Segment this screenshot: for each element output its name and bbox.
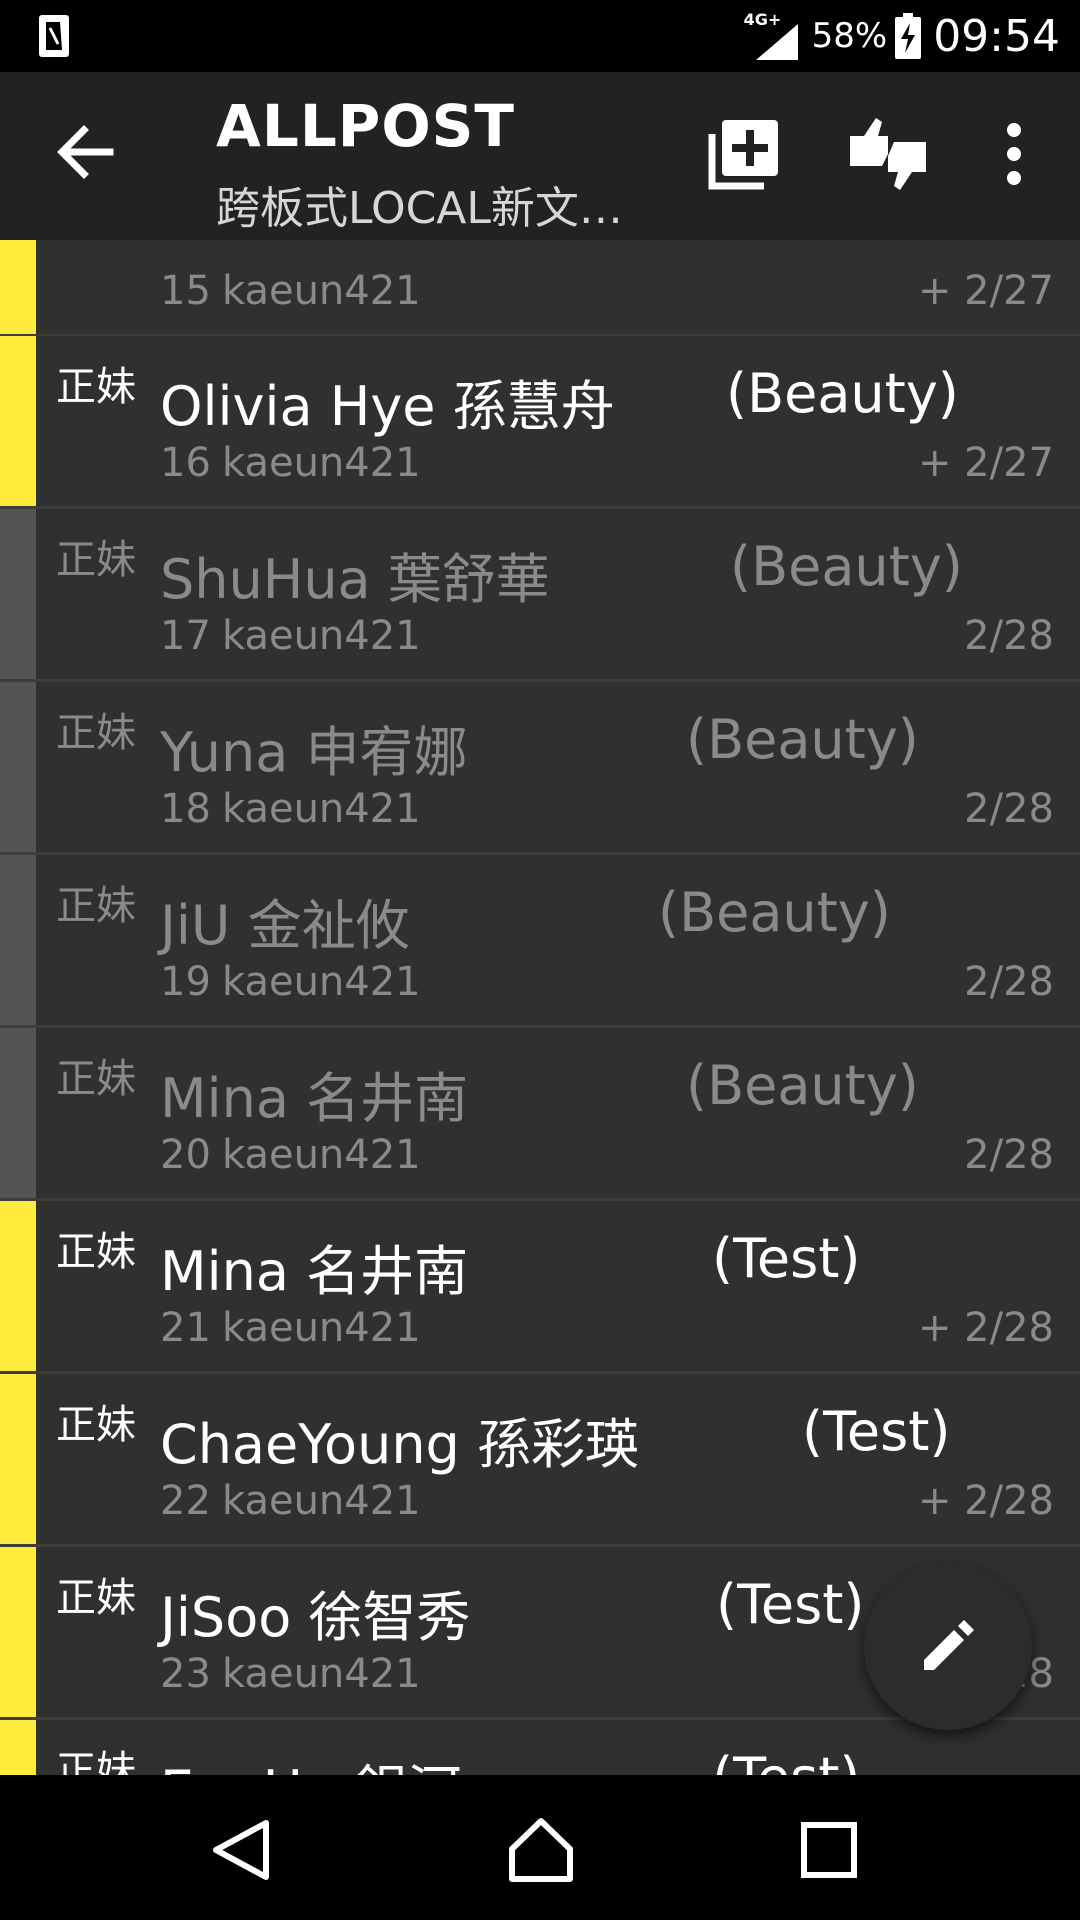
list-item[interactable]: 15 kaeun421 + 2/27 xyxy=(0,240,1080,337)
post-number: 17 xyxy=(160,613,211,659)
post-date: + 2/27 xyxy=(917,440,1054,486)
post-tag: 正妹 xyxy=(56,1056,136,1102)
read-indicator xyxy=(0,682,36,852)
post-title: Yuna 申宥娜 xyxy=(160,721,468,784)
pencil-icon xyxy=(924,1620,974,1670)
post-category: (Beauty) xyxy=(686,708,919,771)
post-list[interactable]: 15 kaeun421 + 2/27 正妹 Olivia Hye 孫慧舟 (Be… xyxy=(0,240,1080,1775)
navigation-bar xyxy=(0,1775,1080,1920)
post-date: + 2/28 xyxy=(917,1305,1054,1351)
post-number: 20 xyxy=(160,1132,211,1178)
post-tag: 正妹 xyxy=(56,710,136,756)
post-author: kaeun421 xyxy=(222,959,421,1005)
unread-indicator xyxy=(0,240,36,334)
post-tag: 正妹 xyxy=(56,883,136,929)
post-author: kaeun421 xyxy=(222,440,421,486)
list-item[interactable]: 正妹 Olivia Hye 孫慧舟 (Beauty) 16 kaeun421 +… xyxy=(0,336,1080,509)
list-item[interactable]: 正妹 EunHa 銀河 (Test) xyxy=(0,1720,1080,1775)
post-category: (Beauty) xyxy=(730,535,963,598)
post-date: 2/28 xyxy=(964,613,1054,659)
status-bar: 4G+ 58% 09:54 xyxy=(0,0,1080,72)
unread-indicator xyxy=(0,336,36,506)
toolbar-title: ALLPOST xyxy=(216,92,515,160)
post-date: + 2/28 xyxy=(917,1478,1054,1524)
post-tag: 正妹 xyxy=(56,1402,136,1448)
unread-indicator xyxy=(0,1547,36,1717)
unread-indicator xyxy=(0,1720,36,1775)
post-category: (Test) xyxy=(716,1573,865,1636)
post-tag: 正妹 xyxy=(56,537,136,583)
post-number: 23 xyxy=(160,1651,211,1697)
post-tag: 正妹 xyxy=(56,1575,136,1621)
post-date: 2/28 xyxy=(964,786,1054,832)
post-author: kaeun421 xyxy=(222,1478,421,1524)
post-tag: 正妹 xyxy=(56,1229,136,1275)
post-tag: 正妹 xyxy=(56,1748,136,1775)
unread-indicator xyxy=(0,1374,36,1544)
sim-card-icon xyxy=(38,14,70,58)
post-number: 16 xyxy=(160,440,211,486)
thumbs-up-down-icon[interactable] xyxy=(848,114,928,194)
post-tag: 正妹 xyxy=(56,364,136,410)
post-number: 15 xyxy=(160,268,211,314)
post-category: (Beauty) xyxy=(658,881,891,944)
post-category: (Test) xyxy=(712,1227,861,1290)
clock: 09:54 xyxy=(933,10,1060,62)
list-item[interactable]: 正妹 ChaeYoung 孫彩瑛 (Test) 22 kaeun421 + 2/… xyxy=(0,1374,1080,1547)
post-title: Mina 名井南 xyxy=(160,1240,469,1303)
list-item[interactable]: 正妹 ShuHua 葉舒華 (Beauty) 17 kaeun421 2/28 xyxy=(0,509,1080,682)
post-author: kaeun421 xyxy=(222,1305,421,1351)
post-author: kaeun421 xyxy=(222,613,421,659)
post-title: ShuHua 葉舒華 xyxy=(160,548,550,611)
unread-indicator xyxy=(0,1201,36,1371)
list-item[interactable]: 正妹 Mina 名井南 (Beauty) 20 kaeun421 2/28 xyxy=(0,1028,1080,1201)
post-author: kaeun421 xyxy=(222,786,421,832)
read-indicator xyxy=(0,855,36,1025)
post-author: kaeun421 xyxy=(222,1651,421,1697)
post-title: Olivia Hye 孫慧舟 xyxy=(160,375,615,438)
add-to-queue-icon[interactable] xyxy=(704,114,784,194)
post-category: (Beauty) xyxy=(726,362,959,425)
post-title: EunHa 銀河 xyxy=(160,1746,461,1775)
app-toolbar: ALLPOST 跨板式LOCAL新文… xyxy=(0,72,1080,240)
post-date: + 2/27 xyxy=(917,268,1054,314)
list-item[interactable]: 正妹 Mina 名井南 (Test) 21 kaeun421 + 2/28 xyxy=(0,1201,1080,1374)
post-number: 21 xyxy=(160,1305,211,1351)
post-title: JiU 金祉攸 xyxy=(160,894,410,957)
list-item[interactable]: 正妹 JiU 金祉攸 (Beauty) 19 kaeun421 2/28 xyxy=(0,855,1080,1028)
post-title: Mina 名井南 xyxy=(160,1067,469,1130)
battery-percent: 58% xyxy=(811,16,888,56)
home-icon[interactable] xyxy=(506,1815,576,1885)
more-vert-icon[interactable] xyxy=(994,114,1034,194)
list-item[interactable]: 正妹 Yuna 申宥娜 (Beauty) 18 kaeun421 2/28 xyxy=(0,682,1080,855)
back-triangle-icon[interactable] xyxy=(206,1815,276,1885)
signal-icon: 4G+ xyxy=(744,10,800,62)
post-author: kaeun421 xyxy=(222,268,421,314)
post-category: (Test) xyxy=(712,1746,860,1775)
battery-charging-icon xyxy=(895,13,922,59)
read-indicator xyxy=(0,1028,36,1198)
recents-icon[interactable] xyxy=(794,1815,864,1885)
post-date: 2/28 xyxy=(964,1132,1054,1178)
post-date: 2/28 xyxy=(964,959,1054,1005)
post-number: 19 xyxy=(160,959,211,1005)
back-arrow-icon[interactable] xyxy=(54,120,118,184)
post-number: 18 xyxy=(160,786,211,832)
post-title: ChaeYoung 孫彩瑛 xyxy=(160,1413,639,1476)
read-indicator xyxy=(0,509,36,679)
post-category: (Test) xyxy=(802,1400,951,1463)
post-title: JiSoo 徐智秀 xyxy=(160,1586,471,1649)
compose-button[interactable] xyxy=(864,1562,1032,1730)
toolbar-subtitle: 跨板式LOCAL新文… xyxy=(216,183,623,234)
post-number: 22 xyxy=(160,1478,211,1524)
post-author: kaeun421 xyxy=(222,1132,421,1178)
post-category: (Beauty) xyxy=(686,1054,919,1117)
